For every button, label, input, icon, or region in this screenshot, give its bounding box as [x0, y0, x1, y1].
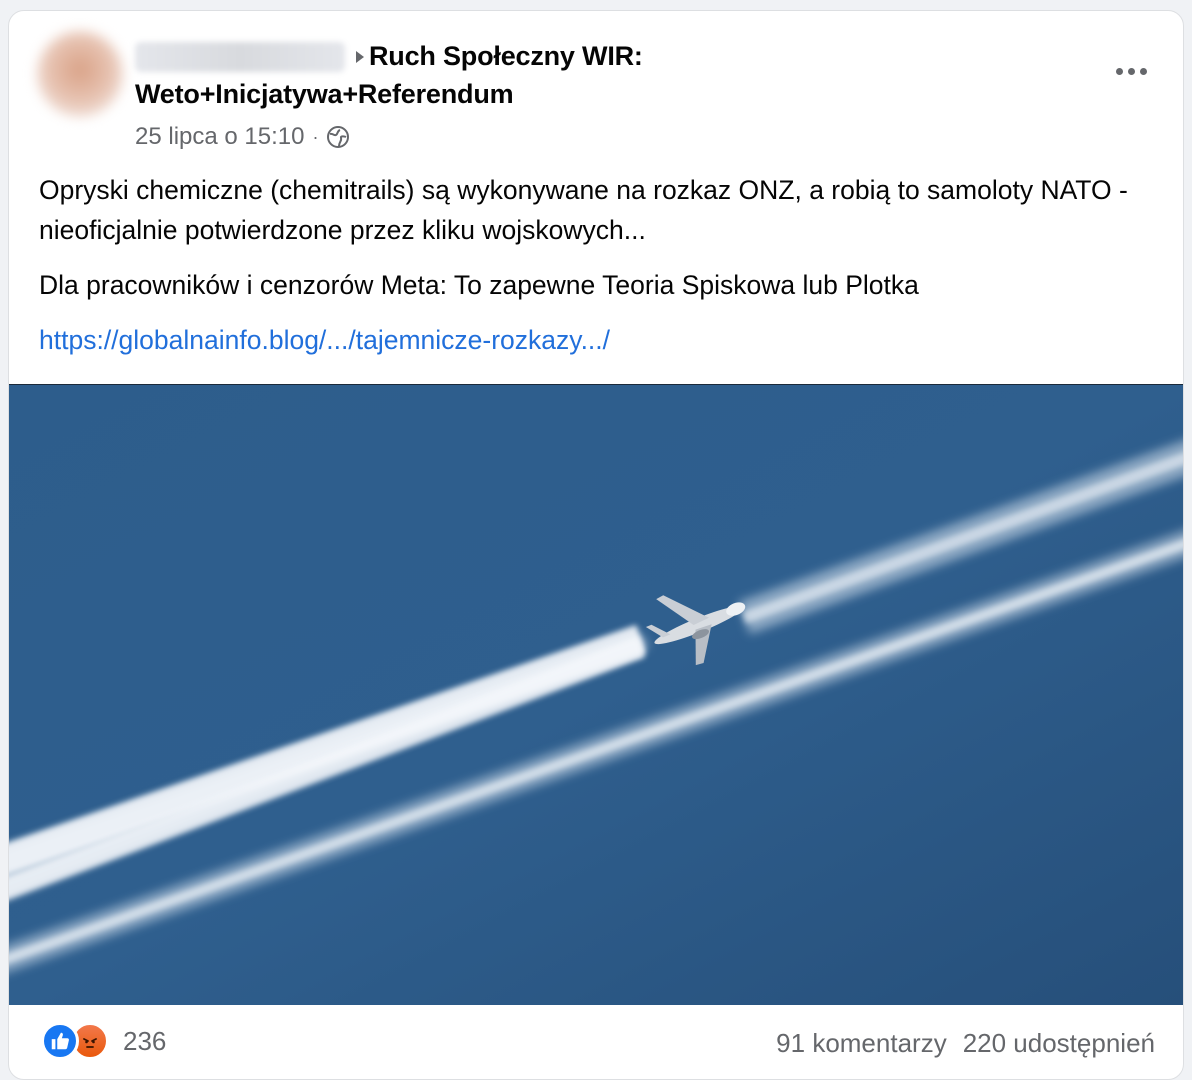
triangle-right-icon [353, 42, 367, 72]
group-name-continued[interactable]: Weto+Inicjatywa+Referendum [135, 79, 514, 110]
timestamp[interactable]: 25 lipca o 15:10 [135, 123, 304, 151]
group-name[interactable]: Ruch Społeczny WIR: [369, 41, 643, 72]
comments-count[interactable]: 91 komentarzy [776, 1028, 947, 1059]
more-options-icon[interactable] [1111, 61, 1151, 81]
engagement-stats: 91 komentarzy 220 udostępnień [776, 1028, 1155, 1059]
post-footer: 236 91 komentarzy 220 udostępnień [9, 1004, 1183, 1079]
avatar[interactable] [37, 31, 123, 117]
post-text-paragraph: Opryski chemiczne (chemitrails) są wykon… [39, 175, 1128, 245]
post-image[interactable] [9, 384, 1183, 1005]
author-name-redacted[interactable] [135, 41, 345, 72]
post-card: Ruch Społeczny WIR: Weto+Inicjatywa+Refe… [8, 10, 1184, 1080]
shares-count[interactable]: 220 udostępnień [963, 1028, 1155, 1059]
globe-icon[interactable] [326, 125, 350, 149]
reactions-summary[interactable]: 236 [41, 1022, 166, 1060]
post-header: Ruch Społeczny WIR: [135, 41, 643, 72]
post-meta: 25 lipca o 15:10 · [135, 123, 350, 151]
post-text-paragraph: Dla pracowników i cenzorów Meta: To zape… [39, 270, 919, 300]
reaction-count[interactable]: 236 [123, 1026, 166, 1057]
separator-dot: · [312, 126, 319, 147]
like-icon [41, 1022, 79, 1060]
post-link[interactable]: https://globalnainfo.blog/.../tajemnicze… [39, 320, 610, 360]
